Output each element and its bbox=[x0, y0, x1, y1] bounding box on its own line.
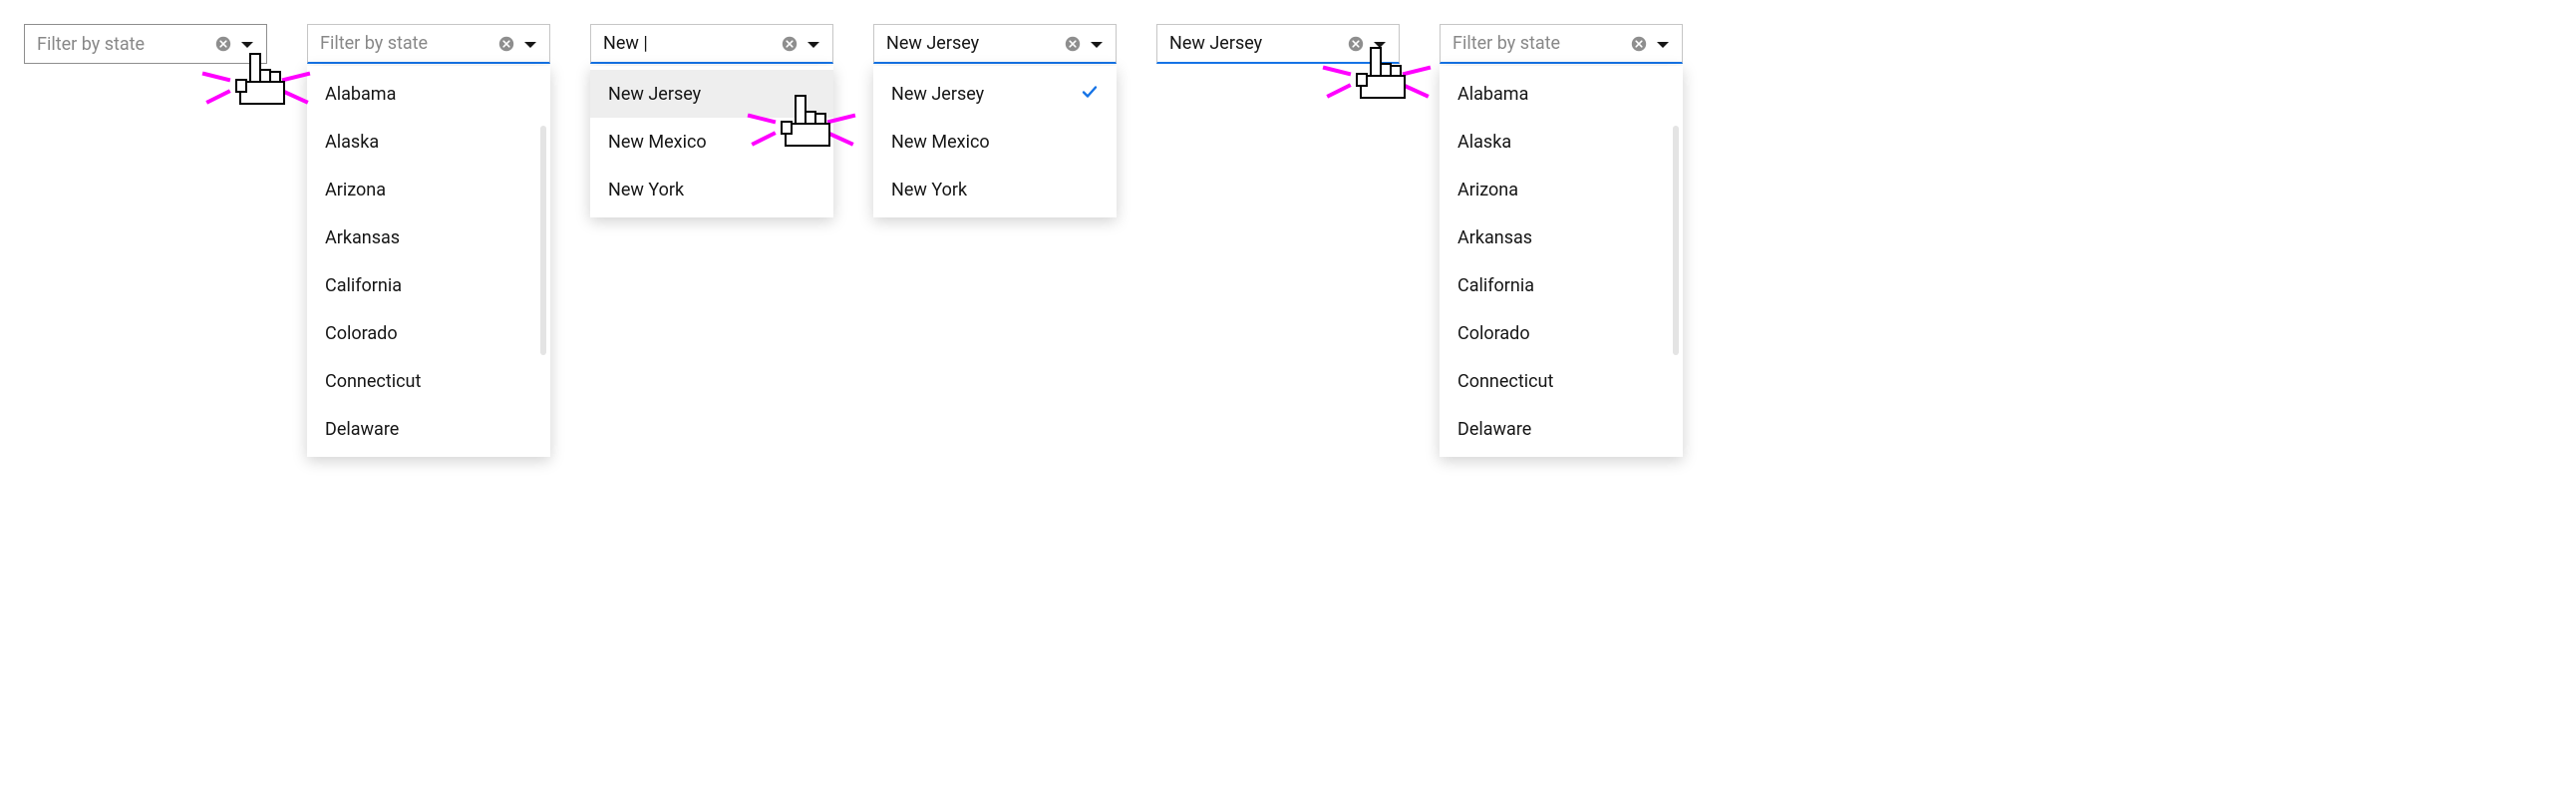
combobox-field[interactable]: Filter by state bbox=[307, 24, 550, 64]
option[interactable]: New Mexico bbox=[873, 118, 1117, 166]
chevron-down-icon[interactable] bbox=[805, 35, 822, 53]
clear-icon[interactable] bbox=[1347, 35, 1365, 53]
combobox-input-value[interactable]: New Jersey bbox=[1169, 33, 1341, 54]
combobox-field[interactable]: New Jersey bbox=[873, 24, 1117, 64]
combobox-placeholder: Filter by state bbox=[320, 33, 491, 54]
option[interactable]: Colorado bbox=[307, 309, 550, 357]
combobox-field[interactable]: New | bbox=[590, 24, 833, 64]
option[interactable]: Alabama bbox=[307, 70, 550, 118]
typed-text: New bbox=[603, 33, 643, 54]
clear-icon[interactable] bbox=[1064, 35, 1082, 53]
option-label: Alabama bbox=[325, 84, 396, 105]
option-label: Colorado bbox=[1457, 323, 1530, 344]
option-label: California bbox=[325, 275, 402, 296]
chevron-down-icon[interactable] bbox=[1088, 35, 1106, 53]
combobox-listbox: Alabama Alaska Arizona Arkansas California Co… bbox=[1440, 66, 1683, 457]
scrollbar-thumb[interactable] bbox=[1673, 126, 1679, 355]
option[interactable]: Arizona bbox=[1440, 166, 1683, 213]
option[interactable]: New Mexico bbox=[590, 118, 833, 166]
option[interactable]: New York bbox=[590, 166, 833, 213]
option[interactable]: Colorado bbox=[1440, 309, 1683, 357]
option-label: Alaska bbox=[325, 132, 379, 153]
option[interactable]: New Jersey bbox=[590, 70, 833, 118]
combobox-listbox: New Jersey New Mexico New York bbox=[590, 66, 833, 217]
option-label: California bbox=[1457, 275, 1534, 296]
option[interactable]: New York bbox=[873, 166, 1117, 213]
option[interactable]: California bbox=[1440, 261, 1683, 309]
option-label: New York bbox=[608, 180, 684, 200]
check-icon bbox=[1081, 83, 1099, 106]
combobox-listbox: New Jersey New Mexico New York bbox=[873, 66, 1117, 217]
clear-icon[interactable] bbox=[214, 35, 232, 53]
clear-icon[interactable] bbox=[1630, 35, 1648, 53]
combobox-field[interactable]: New Jersey bbox=[1156, 24, 1400, 64]
combobox-5: New Jersey bbox=[1156, 24, 1400, 64]
option[interactable]: Alabama bbox=[1440, 70, 1683, 118]
combobox-input-value[interactable]: New | bbox=[603, 33, 775, 54]
option[interactable]: Arkansas bbox=[1440, 213, 1683, 261]
combobox-6: Filter by state AlabamaAlaskaArizonaArka… bbox=[1440, 24, 1683, 64]
combobox-listbox: Alabama Alaska Arizona Arkansas California Co… bbox=[307, 66, 550, 457]
combobox-field[interactable]: Filter by state bbox=[1440, 24, 1683, 64]
chevron-down-icon[interactable] bbox=[238, 35, 256, 53]
combobox-states-demo: Filter by state bbox=[0, 0, 2576, 798]
option-label: New Mexico bbox=[891, 132, 990, 153]
option[interactable]: California bbox=[307, 261, 550, 309]
option-label: Delaware bbox=[1457, 419, 1531, 440]
option-label: New Jersey bbox=[608, 84, 701, 105]
option[interactable]: Connecticut bbox=[1440, 357, 1683, 405]
option[interactable]: Connecticut bbox=[307, 357, 550, 405]
combobox-input-value[interactable]: New Jersey bbox=[886, 33, 1058, 54]
chevron-down-icon[interactable] bbox=[521, 35, 539, 53]
clear-icon[interactable] bbox=[497, 35, 515, 53]
scrollbar-thumb[interactable] bbox=[540, 126, 546, 355]
option-label: Arizona bbox=[325, 180, 386, 200]
option-label: Arizona bbox=[1457, 180, 1518, 200]
clear-icon[interactable] bbox=[781, 35, 799, 53]
combobox-placeholder: Filter by state bbox=[37, 34, 208, 55]
combobox-1: Filter by state bbox=[24, 24, 267, 64]
option[interactable]: Delaware bbox=[307, 405, 550, 453]
option[interactable]: Arkansas bbox=[307, 213, 550, 261]
option-label: Connecticut bbox=[1457, 371, 1553, 392]
chevron-down-icon[interactable] bbox=[1371, 35, 1389, 53]
option-label: New York bbox=[891, 180, 967, 200]
text-cursor: | bbox=[643, 33, 647, 54]
option-label: Connecticut bbox=[325, 371, 421, 392]
combobox-placeholder: Filter by state bbox=[1452, 33, 1624, 54]
option[interactable]: Arizona bbox=[307, 166, 550, 213]
combobox-2: Filter by state AlabamaAlaskaArizonaArka… bbox=[307, 24, 550, 64]
option-label: Colorado bbox=[325, 323, 398, 344]
option-label: Alabama bbox=[1457, 84, 1528, 105]
combobox-field[interactable]: Filter by state bbox=[24, 24, 267, 64]
option[interactable]: Alaska bbox=[307, 118, 550, 166]
option-label: Arkansas bbox=[1457, 227, 1532, 248]
option-label: Arkansas bbox=[325, 227, 400, 248]
chevron-down-icon[interactable] bbox=[1654, 35, 1672, 53]
option[interactable]: Delaware bbox=[1440, 405, 1683, 453]
combobox-4: New Jersey New JerseyNew MexicoNew York bbox=[873, 24, 1117, 64]
option[interactable]: New Jersey bbox=[873, 70, 1117, 118]
option-label: Delaware bbox=[325, 419, 399, 440]
combobox-3: New | New JerseyNew MexicoNew York bbox=[590, 24, 833, 64]
option[interactable]: Alaska bbox=[1440, 118, 1683, 166]
option-label: New Jersey bbox=[891, 84, 984, 105]
option-label: New Mexico bbox=[608, 132, 707, 153]
option-label: Alaska bbox=[1457, 132, 1511, 153]
